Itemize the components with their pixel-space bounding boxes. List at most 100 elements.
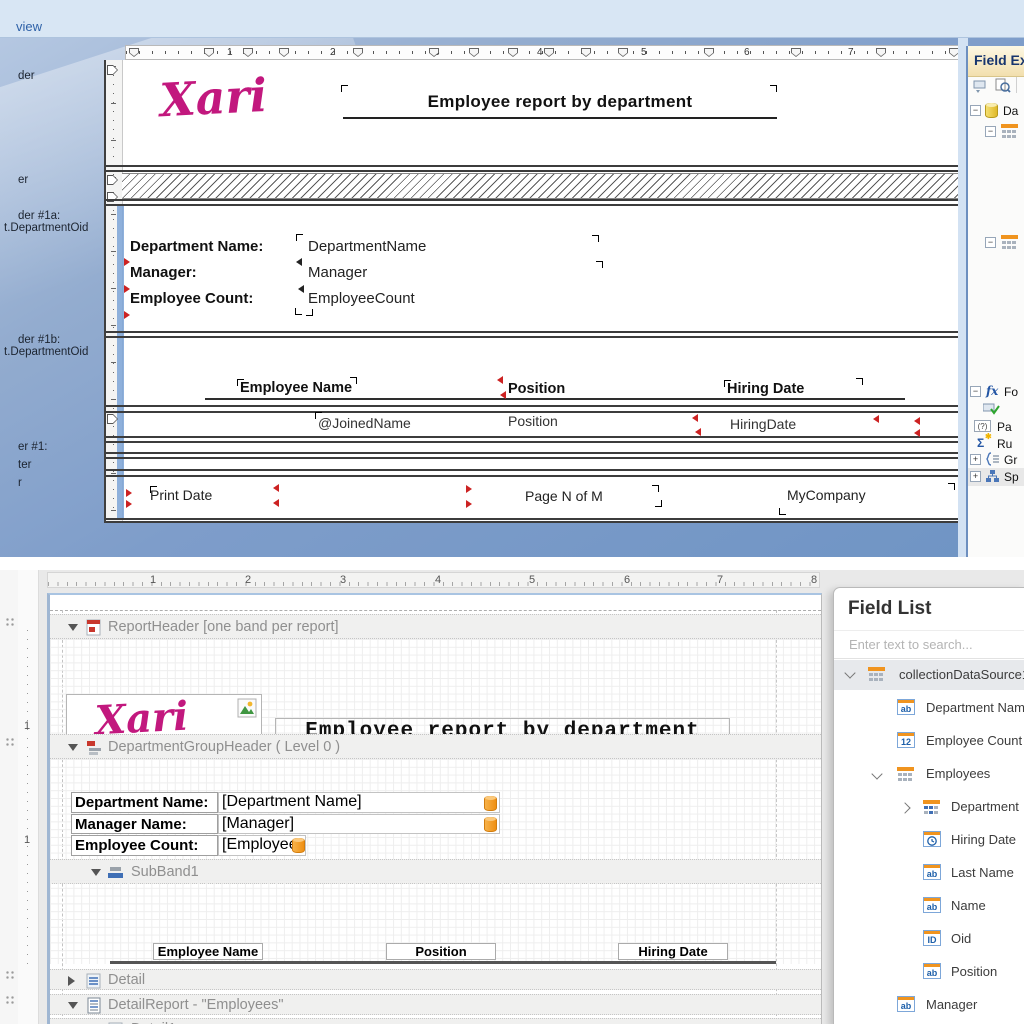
band-separator[interactable] xyxy=(106,518,960,520)
band-separator[interactable] xyxy=(106,199,960,201)
tree-node-running-total-fields[interactable]: Ru xyxy=(997,437,1012,451)
ruler-marker-icon[interactable] xyxy=(204,48,214,57)
band-label-groupheader1a[interactable]: der #1a: xyxy=(18,210,60,222)
tree-item-field[interactable]: ab Position xyxy=(834,959,1024,987)
ruler-marker-icon[interactable] xyxy=(544,48,554,57)
tree-node-database-fields[interactable]: Da xyxy=(1003,104,1018,118)
band-label-pagefooter[interactable]: r xyxy=(18,477,22,489)
band-drag-handle[interactable] xyxy=(5,995,14,1006)
band-label-reportfooter[interactable]: ter xyxy=(18,459,31,471)
band-label-groupheader1b-field[interactable]: t.DepartmentOid xyxy=(4,346,88,358)
tree-node-group-name-fields[interactable]: Gr xyxy=(1004,453,1017,467)
collapse-toggle[interactable]: − xyxy=(970,386,981,397)
expand-toggle[interactable]: + xyxy=(970,454,981,465)
band-drag-handle[interactable] xyxy=(5,970,14,981)
band-header-reportheader[interactable]: ReportHeader [one band per report] xyxy=(50,614,821,639)
band-separator[interactable] xyxy=(106,452,960,454)
band-header-detail[interactable]: Detail xyxy=(50,969,821,990)
report-page[interactable]: Xari Employee report by department Depar… xyxy=(104,60,962,523)
band-separator[interactable] xyxy=(106,475,960,477)
expand-toggle[interactable]: + xyxy=(970,471,981,482)
tree-item-collection[interactable]: Employees xyxy=(834,761,1024,789)
column-header[interactable]: Position xyxy=(508,381,565,397)
insert-to-report-icon[interactable] xyxy=(973,79,988,93)
collapse-toggle[interactable]: − xyxy=(970,105,981,116)
tree-node-special-fields[interactable]: Sp xyxy=(1004,470,1019,484)
tree-item-field[interactable]: ID Oid xyxy=(834,926,1024,954)
bound-field[interactable]: @JoinedName xyxy=(318,415,411,431)
bound-field[interactable]: HiringDate xyxy=(730,416,796,432)
tree-item-field[interactable]: ab Name xyxy=(834,893,1024,921)
formula-item-icon[interactable] xyxy=(983,402,1000,416)
band-header-detailreport[interactable]: DetailReport - "Employees" xyxy=(50,994,821,1015)
ruler-marker-icon[interactable] xyxy=(469,48,479,57)
band-separator[interactable] xyxy=(106,336,960,338)
collapse-arrow-icon[interactable] xyxy=(68,744,78,751)
field-list-search[interactable] xyxy=(834,630,1024,659)
band-separator[interactable] xyxy=(106,331,960,333)
ruler-marker-icon[interactable] xyxy=(243,48,253,57)
tree-item-datasource[interactable]: collectionDataSource1 xyxy=(834,660,1024,690)
collapse-arrow-icon[interactable] xyxy=(68,624,78,631)
band-label-groupheader1a-field[interactable]: t.DepartmentOid xyxy=(4,222,88,234)
company-field[interactable]: MyCompany xyxy=(787,487,866,503)
bound-field[interactable]: EmployeeCount xyxy=(308,290,415,307)
field-label[interactable]: Department Name: xyxy=(130,238,263,255)
report-title[interactable]: Employee report by department xyxy=(343,88,777,119)
bound-field[interactable]: Position xyxy=(508,413,558,429)
field-explorer-header[interactable]: Field Exp xyxy=(968,46,1024,77)
picture-badge-icon[interactable] xyxy=(237,698,257,718)
band-label-pageheader[interactable]: er xyxy=(18,174,28,186)
column-header[interactable]: Hiring Date xyxy=(727,381,804,397)
tree-item-field[interactable]: 12 Employee Count xyxy=(834,728,1024,756)
bound-field[interactable]: [Manager] xyxy=(218,814,500,834)
band-separator[interactable] xyxy=(106,436,960,438)
band-header-detail1[interactable]: Detail1 xyxy=(50,1018,821,1024)
chevron-down-icon[interactable] xyxy=(871,768,882,779)
print-date-field[interactable]: Print Date xyxy=(150,487,212,503)
band-drag-handle[interactable] xyxy=(5,737,14,748)
ruler-marker-icon[interactable] xyxy=(618,48,628,57)
page-number-field[interactable]: Page N of M xyxy=(525,488,603,504)
band-header-groupheader[interactable]: DepartmentGroupHeader ( Level 0 ) xyxy=(50,734,821,759)
tab-preview[interactable]: view xyxy=(16,19,42,34)
ruler-marker-icon[interactable] xyxy=(279,48,289,57)
ruler-marker-icon[interactable] xyxy=(353,48,363,57)
bound-field[interactable]: DepartmentName xyxy=(308,238,426,255)
collapse-toggle[interactable]: − xyxy=(985,126,996,137)
pageheader-hatched-band[interactable] xyxy=(122,173,960,199)
ruler-marker-icon[interactable] xyxy=(876,48,886,57)
table-header-cell[interactable]: Hiring Date xyxy=(618,943,728,960)
tree-node-formula-fields[interactable]: Fo xyxy=(1004,385,1018,399)
ruler-marker-icon[interactable] xyxy=(581,48,591,57)
tree-node-parameter-fields[interactable]: Pa xyxy=(997,420,1012,434)
field-label[interactable]: Employee Count: xyxy=(130,290,253,307)
band-content-subband[interactable]: Employee Name Position Hiring Date xyxy=(50,880,821,964)
field-label[interactable]: Manager: xyxy=(130,264,197,281)
column-header[interactable]: Employee Name xyxy=(240,380,352,396)
chevron-right-icon[interactable] xyxy=(899,802,910,813)
band-content-groupheader[interactable]: Department Name: [Department Name] Manag… xyxy=(50,759,821,859)
ruler-marker-icon[interactable] xyxy=(704,48,714,57)
collapse-toggle[interactable]: − xyxy=(985,237,996,248)
chevron-down-icon[interactable] xyxy=(844,667,855,678)
label-control[interactable]: Employee Count: xyxy=(71,835,218,856)
table-header-cell[interactable]: Position xyxy=(386,943,496,960)
vertical-ruler[interactable]: 1 1 xyxy=(18,570,39,1024)
company-logo[interactable]: Xari xyxy=(158,67,291,136)
ruler-marker-icon[interactable] xyxy=(508,48,518,57)
search-input[interactable] xyxy=(847,636,1021,653)
band-separator[interactable] xyxy=(106,204,960,206)
table-header-cell[interactable]: Employee Name xyxy=(153,943,263,960)
expand-arrow-icon[interactable] xyxy=(68,976,75,986)
band-separator[interactable] xyxy=(106,521,960,523)
horizontal-ruler[interactable]: 1 2 3 4 5 6 7 8 xyxy=(47,572,820,588)
collapse-arrow-icon[interactable] xyxy=(91,869,101,876)
ruler-marker-icon[interactable] xyxy=(791,48,801,57)
band-separator[interactable] xyxy=(106,441,960,443)
tree-item-field[interactable]: ab Manager xyxy=(834,992,1024,1020)
band-separator[interactable] xyxy=(106,170,960,172)
tree-item-field[interactable]: Hiring Date xyxy=(834,827,1024,855)
horizontal-ruler[interactable]: 1 2 3 4 5 6 7 xyxy=(125,45,960,60)
band-separator[interactable] xyxy=(106,405,960,407)
